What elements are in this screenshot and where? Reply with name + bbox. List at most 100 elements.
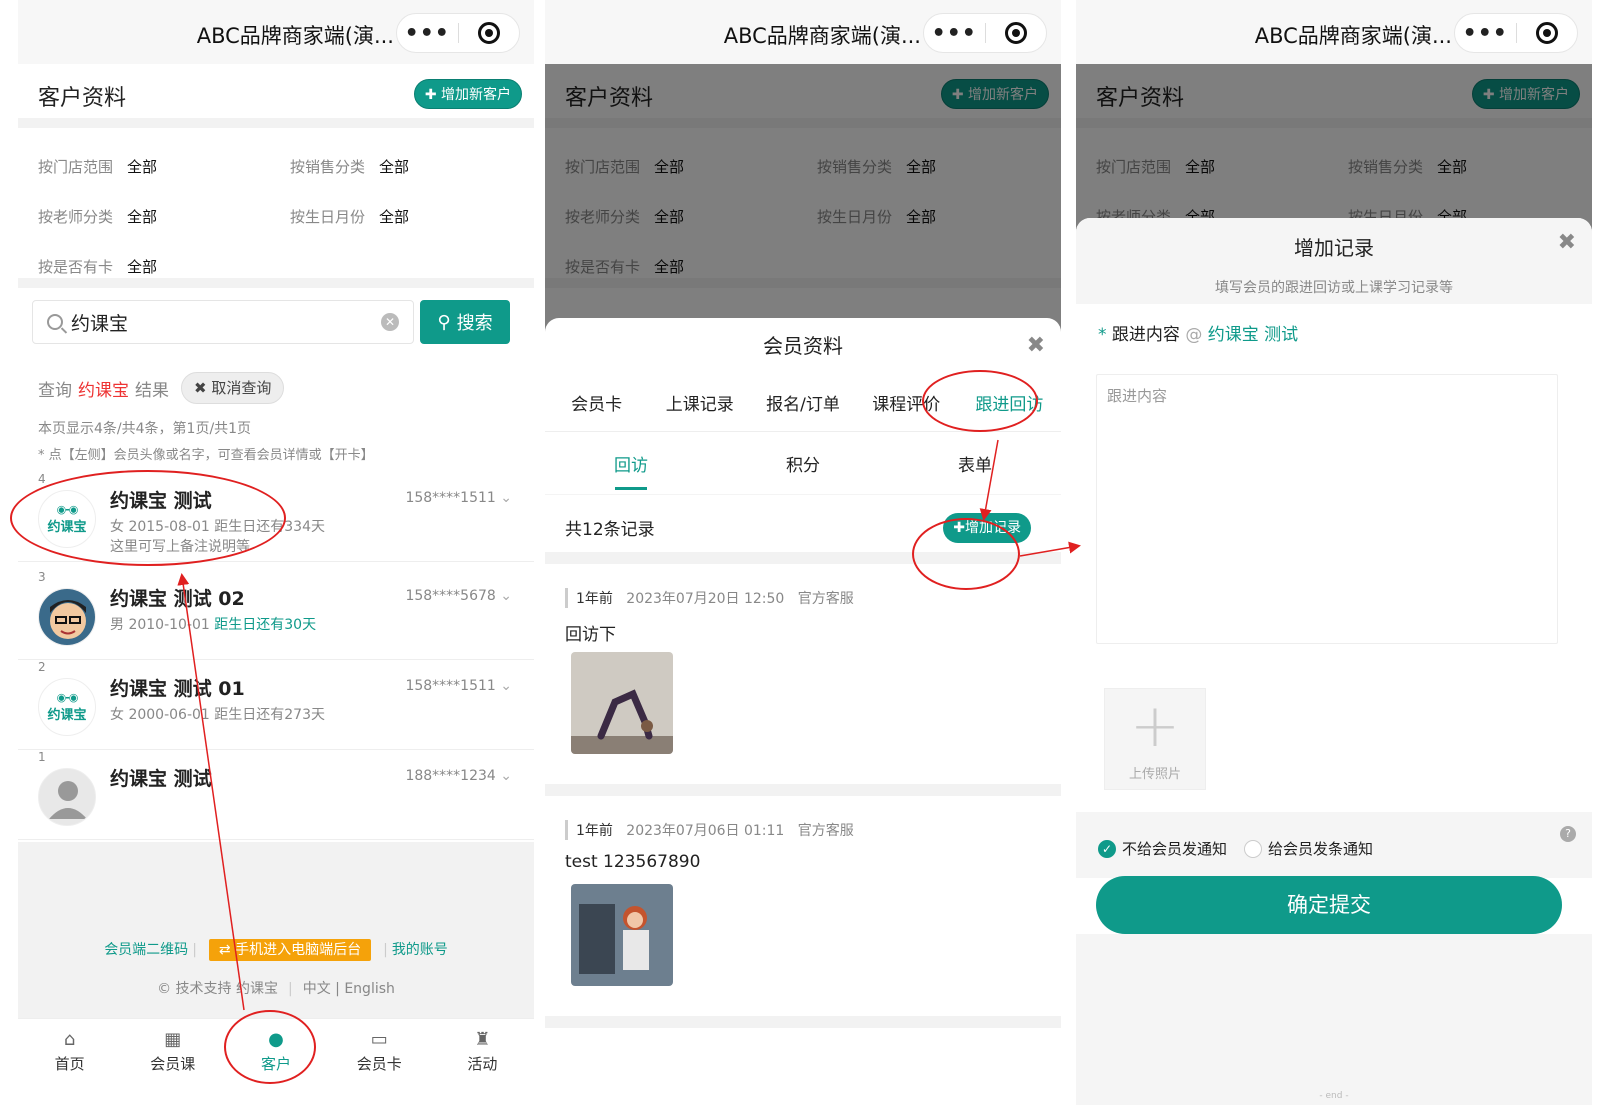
filter-panel: 按门店范围全部 按销售分类全部 按老师分类全部 按生日月份全部 按是否有卡全部	[18, 128, 534, 288]
member-tabs: 会员卡 上课记录 报名/订单 课程评价 跟进回访	[545, 374, 1061, 432]
sheet-title: 会员资料 ✖	[545, 318, 1061, 374]
filter-sales[interactable]: 按销售分类 全部	[290, 156, 409, 177]
app-title: ABC品牌商家端(演...	[723, 24, 921, 48]
tab-home[interactable]: ⌂ 首页	[18, 1019, 121, 1105]
page-header: 客户资料 ✚ 增加新客户	[18, 64, 534, 128]
search-input[interactable]: 约课宝 ✕	[32, 300, 414, 344]
close-target-icon[interactable]	[985, 22, 1046, 44]
tab-customer[interactable]: ● 客户	[224, 1019, 327, 1105]
list-item[interactable]: 1 约课宝 测试 188****1234	[18, 750, 534, 840]
submit-button[interactable]: 确定提交	[1096, 876, 1562, 934]
search-value[interactable]: 约课宝	[71, 309, 381, 336]
page-title: 客户资料	[38, 86, 127, 111]
tab-bar: ⌂ 首页 ▦ 会员课 ● 客户 ▭ 会员卡 ♜ 活动	[18, 1018, 534, 1105]
more-icon[interactable]: •••	[1455, 21, 1516, 46]
my-account-link[interactable]: 我的账号	[392, 942, 448, 958]
qr-link[interactable]: 会员端二维码	[104, 942, 188, 958]
tab-class-records[interactable]: 上课记录	[648, 390, 751, 415]
list-item[interactable]: 4 ◉-◉约课宝 约课宝 测试 158****1511 女 2015-08-01…	[18, 472, 534, 562]
notify-radio[interactable]: 给会员发条通知	[1244, 838, 1373, 859]
check-icon: ✓	[1098, 839, 1116, 858]
mini-program-capsule: •••	[1454, 13, 1578, 53]
member-detail-screen: ABC品牌商家端(演... ••• 客户资料 ✚ 增加新客户 按门店范围全部 按…	[545, 0, 1061, 1105]
card-icon: ▭	[370, 1029, 388, 1050]
query-summary: 查询 约课宝 结果 ✖ 取消查询	[38, 372, 285, 404]
sheet-bottom: - end -	[1076, 934, 1592, 1105]
subtab-points[interactable]: 积分	[717, 451, 889, 476]
add-record-screen: ABC品牌商家端(演... ••• 客户资料 ✚ 增加新客户 按门店范围全部 按…	[1076, 0, 1592, 1105]
avatar[interactable]: ◉-◉ 约课宝	[38, 490, 96, 548]
content-label: * 跟进内容 @ 约课宝 测试	[1098, 325, 1299, 345]
filter-card[interactable]: 按是否有卡 全部	[38, 256, 157, 277]
close-icon[interactable]: ✖	[1558, 230, 1576, 255]
tab-member-class[interactable]: ▦ 会员课	[121, 1019, 224, 1105]
tab-course-review[interactable]: 课程评价	[855, 390, 958, 415]
sheet-subtitle: 填写会员的跟进回访或上课学习记录等	[1215, 280, 1453, 296]
list-item: 1年前 2023年07月06日 01:11 官方客服 test 12356789…	[545, 796, 1061, 1028]
sheet-title: 增加记录	[1294, 236, 1374, 260]
home-icon: ⌂	[63, 1029, 76, 1050]
tab-orders[interactable]: 报名/订单	[751, 390, 854, 415]
member-phone[interactable]: 158****1511	[405, 490, 512, 506]
member-phone[interactable]: 188****1234	[405, 768, 512, 784]
add-customer-button[interactable]: ✚ 增加新客户	[413, 79, 522, 109]
tab-member-card[interactable]: ▭ 会员卡	[328, 1019, 431, 1105]
member-phone[interactable]: 158****5678	[405, 588, 512, 604]
close-icon[interactable]: ✖	[1027, 318, 1045, 374]
page-info: 本页显示4条/共4条，第1页/共1页	[38, 421, 252, 437]
mini-program-capsule: •••	[396, 13, 520, 53]
sheet-header: 增加记录 填写会员的跟进回访或上课学习记录等 ✖	[1076, 218, 1592, 304]
member-phone[interactable]: 158****1511	[405, 678, 512, 694]
filter-store[interactable]: 按门店范围 全部	[38, 156, 157, 177]
tab-follow-up[interactable]: 跟进回访	[958, 390, 1061, 415]
copyright: © 技术支持 约课宝 | 中文 | English	[157, 981, 395, 997]
follow-up-textarea[interactable]: 跟进内容	[1096, 374, 1558, 644]
record-count: 共12条记录	[565, 520, 655, 540]
clear-icon[interactable]: ✕	[381, 313, 399, 331]
title-bar: ABC品牌商家端(演... •••	[18, 0, 534, 64]
grid-icon: ▦	[164, 1029, 182, 1050]
more-icon[interactable]: •••	[397, 21, 458, 46]
app-title: ABC品牌商家端(演...	[1254, 24, 1452, 48]
close-target-icon[interactable]	[1516, 22, 1577, 44]
pc-backend-button[interactable]: ⇄ 手机进入电脑端后台	[208, 939, 372, 961]
record-photo[interactable]	[571, 884, 673, 986]
notify-options: ✓ 不给会员发通知 给会员发条通知 ?	[1076, 812, 1592, 878]
subtab-form[interactable]: 表单	[889, 451, 1061, 476]
hint-text: * 点【左侧】会员头像或名字，可查看会员详情或【开卡】	[38, 448, 374, 463]
avatar[interactable]: ◉-◉ 约课宝	[38, 678, 96, 736]
gift-icon: ♜	[474, 1029, 491, 1050]
more-icon[interactable]: •••	[924, 21, 985, 46]
close-target-icon[interactable]	[458, 22, 519, 44]
avatar[interactable]	[38, 768, 96, 826]
member-name[interactable]: 约课宝 测试 02	[110, 584, 245, 611]
help-icon[interactable]: ?	[1560, 826, 1576, 842]
record-photo[interactable]	[571, 652, 673, 754]
mini-program-capsule: •••	[923, 13, 1047, 53]
upload-photo-button[interactable]: + 上传照片	[1104, 688, 1206, 790]
add-record-button[interactable]: ✚增加记录	[943, 513, 1031, 543]
add-record-sheet: 增加记录 填写会员的跟进回访或上课学习记录等 ✖ * 跟进内容 @ 约课宝 测试…	[1076, 218, 1592, 1105]
member-name[interactable]: 约课宝 测试	[110, 764, 212, 791]
filter-teacher[interactable]: 按老师分类 全部	[38, 206, 157, 227]
filter-birthday[interactable]: 按生日月份 全部	[290, 206, 409, 227]
subtab-visit[interactable]: 回访	[545, 451, 717, 490]
cancel-query-button[interactable]: ✖ 取消查询	[181, 372, 285, 404]
search-icon	[47, 314, 63, 330]
list-item[interactable]: 3 约课宝 测试 02 158****5678 男 2010-10-01 距生日…	[18, 570, 534, 660]
tab-activity[interactable]: ♜ 活动	[431, 1019, 534, 1105]
member-name[interactable]: 约课宝 测试 01	[110, 674, 245, 701]
no-notify-radio[interactable]: ✓ 不给会员发通知	[1098, 838, 1227, 859]
language-switch[interactable]: 中文 | English	[303, 981, 395, 997]
title-bar: ABC品牌商家端(演... •••	[545, 0, 1061, 64]
member-info-sheet: 会员资料 ✖ 会员卡 上课记录 报名/订单 课程评价 跟进回访 回访 积分 表单 …	[545, 318, 1061, 1105]
customer-list-screen: ABC品牌商家端(演... ••• 客户资料 ✚ 增加新客户 按门店范围 全部 按…	[18, 0, 534, 1105]
list-item[interactable]: 2 ◉-◉约课宝 约课宝 测试 01 158****1511 女 2000-06…	[18, 660, 534, 750]
follow-up-subtabs: 回访 积分 表单	[545, 432, 1061, 494]
footer-links: 会员端二维码 | ⇄ 手机进入电脑端后台 | 我的账号	[18, 939, 534, 961]
tab-member-card[interactable]: 会员卡	[545, 390, 648, 415]
radio-icon	[1244, 839, 1262, 858]
avatar[interactable]	[38, 588, 96, 646]
search-button[interactable]: ⚲ 搜索	[420, 300, 510, 344]
member-name[interactable]: 约课宝 测试	[110, 486, 212, 513]
